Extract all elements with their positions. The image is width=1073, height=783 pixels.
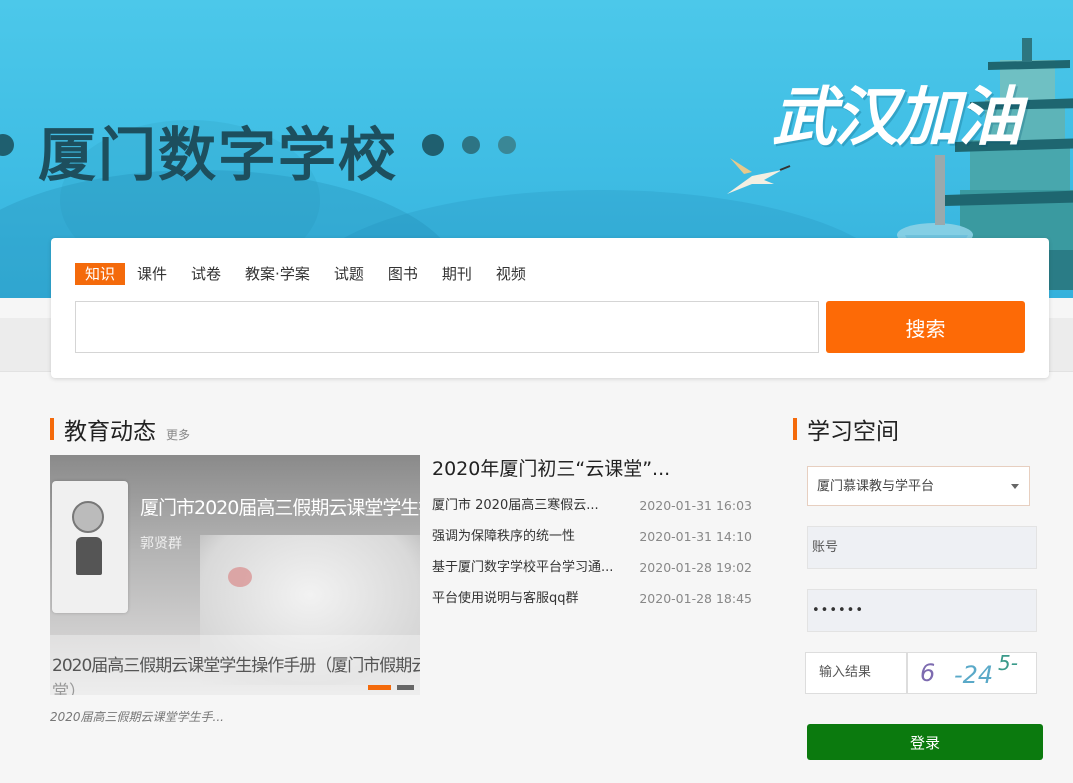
- news-item-title[interactable]: 平台使用说明与客服qq群: [432, 589, 632, 620]
- news-headline[interactable]: 2020年厦门初三“云课堂”...: [432, 454, 670, 481]
- banner-dot: [498, 136, 516, 154]
- carousel-image-title: 厦门市2020届高三假期云课堂学生操作手册: [140, 497, 420, 519]
- carousel-below-caption[interactable]: 2020届高三假期云课堂学生手...: [50, 708, 224, 725]
- news-list: 厦门市 2020届高三寒假云... 2020-01-31 16:03 强调为保障…: [432, 496, 752, 620]
- tab-questions[interactable]: 试题: [334, 263, 364, 285]
- banner-dot: [0, 134, 14, 156]
- section-accent-bar: [793, 418, 797, 440]
- list-item[interactable]: 厦门市 2020届高三寒假云... 2020-01-31 16:03: [432, 496, 752, 527]
- tab-exam-papers[interactable]: 试卷: [191, 263, 221, 285]
- news-section-header: 教育动态 更多: [50, 412, 190, 446]
- password-field[interactable]: ••••••: [807, 589, 1037, 632]
- study-heading: 学习空间: [807, 419, 899, 445]
- tab-books[interactable]: 图书: [388, 263, 418, 285]
- news-item-date: 2020-01-28 18:45: [639, 591, 752, 606]
- banner-dots: [422, 134, 516, 156]
- study-section-header: 学习空间: [793, 412, 899, 446]
- flower-image: [228, 567, 252, 587]
- news-item-date: 2020-01-31 16:03: [639, 498, 752, 513]
- banner-dot: [462, 136, 480, 154]
- search-tabs: 知识 课件 试卷 教案·学案 试题 图书 期刊 视频: [75, 263, 550, 285]
- news-item-title[interactable]: 基于厦门数字学校平台学习通...: [432, 558, 632, 589]
- carousel-caption-cont: 堂）: [52, 682, 86, 695]
- search-button[interactable]: 搜索: [826, 301, 1025, 353]
- captcha-input[interactable]: 输入结果: [805, 652, 907, 694]
- news-heading: 教育动态: [64, 419, 156, 445]
- list-item[interactable]: 平台使用说明与客服qq群 2020-01-28 18:45: [432, 589, 752, 620]
- tab-lesson-plans[interactable]: 教案·学案: [245, 263, 310, 285]
- tab-journals[interactable]: 期刊: [442, 263, 472, 285]
- site-title: 厦门数字学校: [38, 121, 399, 189]
- news-item-date: 2020-01-31 14:10: [639, 529, 752, 544]
- account-field[interactable]: 账号: [807, 526, 1037, 569]
- carousel-caption: 2020届高三假期云课堂学生操作手册（厦门市假期云课: [52, 656, 420, 676]
- captcha-char: 6: [920, 659, 936, 687]
- list-item[interactable]: 基于厦门数字学校平台学习通... 2020-01-28 19:02: [432, 558, 752, 589]
- login-button[interactable]: 登录: [807, 724, 1043, 760]
- section-accent-bar: [50, 418, 54, 440]
- list-item[interactable]: 强调为保障秩序的统一性 2020-01-31 14:10: [432, 527, 752, 558]
- slogan-wuhan: 武汉加油: [772, 81, 1022, 155]
- banner-dot: [422, 134, 444, 156]
- figure-body: [76, 537, 102, 575]
- chevron-down-icon: [1011, 484, 1019, 489]
- news-item-date: 2020-01-28 19:02: [639, 560, 752, 575]
- carousel-indicator[interactable]: [397, 685, 414, 690]
- search-card: 知识 课件 试卷 教案·学案 试题 图书 期刊 视频 搜索: [51, 238, 1049, 378]
- carousel-image-author: 郭贤群: [140, 536, 182, 552]
- tab-courseware[interactable]: 课件: [137, 263, 167, 285]
- tab-knowledge[interactable]: 知识: [75, 263, 126, 285]
- news-carousel-image[interactable]: 厦门市2020届高三假期云课堂学生操作手册 郭贤群 2020届高三假期云课堂学生…: [50, 455, 420, 695]
- carousel-indicator-active[interactable]: [368, 685, 391, 690]
- search-input[interactable]: [75, 301, 819, 353]
- captcha-char: 5-: [998, 652, 1018, 675]
- news-item-title[interactable]: 强调为保障秩序的统一性: [432, 527, 632, 558]
- tab-videos[interactable]: 视频: [496, 263, 526, 285]
- figure-head: [72, 501, 104, 533]
- news-more-link[interactable]: 更多: [166, 426, 190, 443]
- platform-select[interactable]: 厦门慕课教与学平台: [807, 466, 1030, 506]
- captcha-image[interactable]: 6 -24 5-: [907, 652, 1037, 694]
- captcha-char: -24: [954, 661, 994, 689]
- news-item-title[interactable]: 厦门市 2020届高三寒假云...: [432, 496, 632, 527]
- platform-select-value: 厦门慕课教与学平台: [817, 479, 935, 494]
